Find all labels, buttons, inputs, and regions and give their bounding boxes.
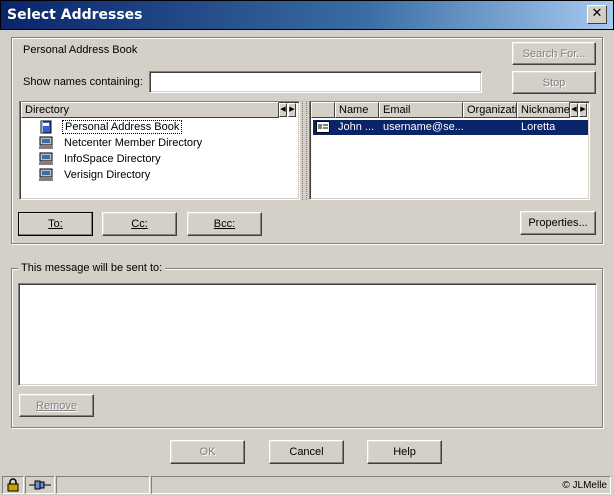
- title-bar[interactable]: Select Addresses ✕: [0, 0, 614, 30]
- status-extra-cell: © JLMelle: [151, 476, 611, 494]
- address-book-title: Personal Address Book: [23, 44, 138, 56]
- directory-tree[interactable]: Directory ◀ ▶ Personal Address Book Netc…: [19, 101, 300, 200]
- recipients-list[interactable]: [18, 283, 597, 386]
- show-names-label: Show names containing:: [23, 76, 143, 88]
- help-button[interactable]: Help: [367, 440, 442, 464]
- column-header-name[interactable]: Name: [335, 102, 379, 118]
- directory-item-netcenter[interactable]: Netcenter Member Directory: [38, 135, 204, 151]
- search-for-button[interactable]: Search For...: [512, 42, 596, 65]
- results-list[interactable]: Name Email Organizati Nickname ◀ ▶ John …: [309, 101, 590, 200]
- row-name-cell: John ...: [338, 121, 375, 133]
- directory-item-personal[interactable]: Personal Address Book: [38, 119, 183, 135]
- table-row[interactable]: John ... username@se... Loretta: [313, 120, 588, 135]
- contact-card-icon: [316, 121, 330, 138]
- lock-icon: [5, 478, 21, 495]
- directory-item-verisign[interactable]: Verisign Directory: [38, 167, 152, 183]
- scroll-right-icon[interactable]: ▶: [579, 103, 587, 117]
- network-directory-icon: [38, 152, 54, 166]
- directory-item-infospace[interactable]: InfoSpace Directory: [38, 151, 163, 167]
- security-status-cell[interactable]: [2, 476, 24, 494]
- stop-button[interactable]: Stop: [512, 71, 596, 94]
- row-nickname-cell: Loretta: [521, 121, 556, 133]
- show-names-input[interactable]: [149, 71, 482, 93]
- remove-button[interactable]: Remove: [19, 394, 94, 417]
- bcc-button[interactable]: Bcc:: [187, 212, 262, 236]
- directory-column-header[interactable]: Directory: [21, 102, 279, 118]
- column-header-email[interactable]: Email: [379, 102, 463, 118]
- plug-icon: [29, 479, 51, 494]
- window-title: Select Addresses: [7, 7, 143, 23]
- properties-button[interactable]: Properties...: [520, 211, 596, 235]
- sent-to-label: This message will be sent to:: [18, 262, 166, 274]
- cc-button[interactable]: Cc:: [102, 212, 177, 236]
- pane-splitter[interactable]: [302, 101, 307, 200]
- connection-status-cell[interactable]: [25, 476, 55, 494]
- column-header-organization[interactable]: Organizati: [463, 102, 517, 118]
- results-icon-column-header[interactable]: [311, 102, 335, 118]
- close-button[interactable]: ✕: [587, 5, 607, 24]
- address-book-icon: [38, 120, 54, 134]
- ok-button[interactable]: OK: [170, 440, 245, 464]
- network-directory-icon: [38, 136, 54, 150]
- network-directory-icon: [38, 168, 54, 182]
- scroll-right-icon[interactable]: ▶: [288, 103, 296, 117]
- row-email-cell: username@se...: [383, 121, 464, 133]
- scroll-left-icon[interactable]: ◀: [570, 103, 578, 117]
- close-icon: ✕: [591, 6, 603, 21]
- scroll-left-icon[interactable]: ◀: [279, 103, 287, 117]
- to-button[interactable]: To:: [18, 212, 93, 236]
- status-text-cell: [56, 476, 150, 494]
- credit-text: © JLMelle: [562, 480, 607, 491]
- cancel-button[interactable]: Cancel: [269, 440, 344, 464]
- column-header-nickname[interactable]: Nickname: [517, 102, 570, 118]
